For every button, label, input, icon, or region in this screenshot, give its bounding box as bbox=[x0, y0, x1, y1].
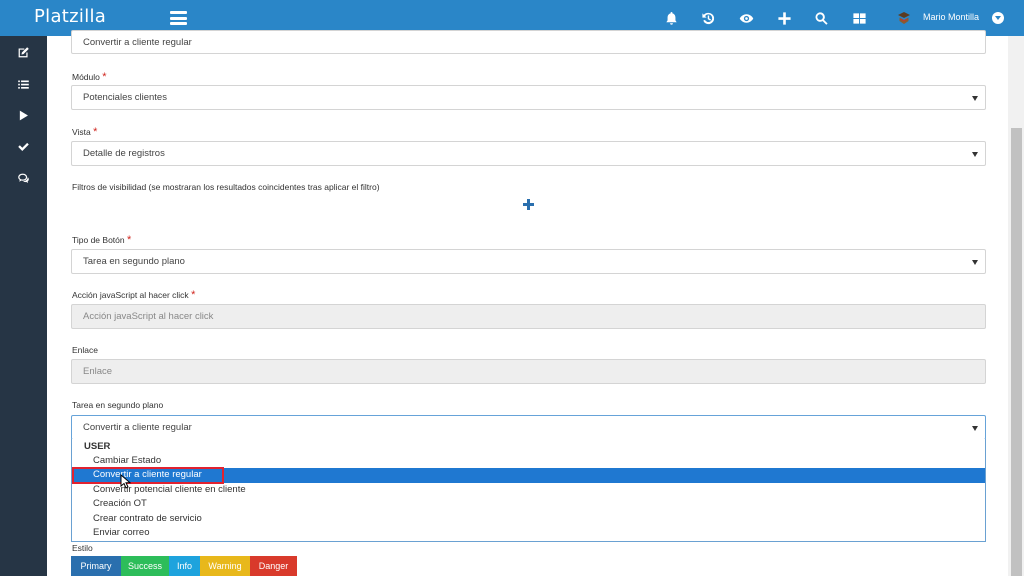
bell-icon[interactable] bbox=[662, 9, 680, 27]
modulo-label: Módulo * bbox=[72, 71, 107, 83]
option-enviar-correo[interactable]: Enviar correo bbox=[72, 526, 985, 541]
history-icon[interactable] bbox=[699, 9, 717, 27]
option-crear-contrato[interactable]: Crear contrato de servicio bbox=[72, 512, 985, 527]
vista-select[interactable]: Detalle de registros bbox=[71, 141, 986, 166]
style-warning-button[interactable]: Warning bbox=[200, 556, 250, 576]
search-icon[interactable] bbox=[812, 9, 830, 27]
accion-js-label: Acción javaScript al hacer click * bbox=[72, 289, 195, 301]
add-filter-icon[interactable] bbox=[523, 199, 534, 210]
eye-icon[interactable] bbox=[737, 9, 755, 27]
enlace-input[interactable]: Enlace bbox=[71, 359, 986, 384]
avatar[interactable] bbox=[896, 10, 912, 26]
accion-label-text: Acción javaScript al hacer click bbox=[72, 290, 189, 300]
plus-icon[interactable] bbox=[775, 9, 793, 27]
highlight-annotation bbox=[72, 467, 224, 484]
style-success-button[interactable]: Success bbox=[121, 556, 169, 576]
tarea-value: Convertir a cliente regular bbox=[83, 422, 192, 433]
button-name-value: Convertir a cliente regular bbox=[83, 37, 192, 48]
check-icon[interactable] bbox=[14, 137, 32, 155]
chat-icon[interactable] bbox=[14, 169, 32, 187]
list-icon[interactable] bbox=[14, 75, 32, 93]
tarea-dropdown-list: USER Cambiar Estado Convertir a cliente … bbox=[71, 439, 986, 542]
option-group-user: USER bbox=[84, 441, 111, 452]
user-name[interactable]: Mario Montilla bbox=[923, 12, 979, 22]
required-marker: * bbox=[127, 234, 132, 246]
caret-down-icon bbox=[972, 260, 978, 265]
tipo-boton-label: Tipo de Botón * bbox=[72, 234, 131, 246]
mouse-cursor-icon bbox=[120, 474, 132, 489]
chevron-down-icon[interactable] bbox=[992, 12, 1004, 24]
tarea-label: Tarea en segundo plano bbox=[72, 400, 164, 410]
menu-toggle-icon[interactable] bbox=[170, 11, 187, 25]
edit-icon[interactable] bbox=[14, 43, 32, 61]
tipo-label-text: Tipo de Botón bbox=[72, 235, 125, 245]
option-creacion-ot[interactable]: Creación OT bbox=[72, 497, 985, 512]
modulo-value: Potenciales clientes bbox=[83, 92, 167, 103]
caret-down-icon bbox=[972, 96, 978, 101]
brand-logo[interactable]: Platzilla bbox=[34, 6, 106, 27]
tipo-boton-select[interactable]: Tarea en segundo plano bbox=[71, 249, 986, 274]
caret-down-icon bbox=[972, 426, 978, 431]
required-marker: * bbox=[102, 71, 107, 83]
modulo-label-text: Módulo bbox=[72, 72, 100, 82]
scrollbar-thumb[interactable] bbox=[1011, 128, 1022, 576]
required-marker: * bbox=[93, 126, 98, 138]
required-marker: * bbox=[191, 289, 196, 301]
button-name-input[interactable]: Convertir a cliente regular bbox=[71, 30, 986, 54]
tarea-select[interactable]: Convertir a cliente regular bbox=[71, 415, 986, 440]
style-danger-button[interactable]: Danger bbox=[250, 556, 297, 576]
caret-down-icon bbox=[972, 152, 978, 157]
option-convertir-potencial[interactable]: Convertir potencial cliente en cliente bbox=[72, 483, 985, 498]
filtros-label: Filtros de visibilidad (se mostraran los… bbox=[72, 182, 380, 192]
tipo-boton-value: Tarea en segundo plano bbox=[83, 256, 185, 267]
vista-label: Vista * bbox=[72, 126, 97, 138]
style-primary-button[interactable]: Primary bbox=[71, 556, 121, 576]
style-info-button[interactable]: Info bbox=[169, 556, 200, 576]
grid-icon[interactable] bbox=[850, 9, 868, 27]
modulo-select[interactable]: Potenciales clientes bbox=[71, 85, 986, 110]
estilo-label: Estilo bbox=[72, 543, 93, 553]
enlace-label: Enlace bbox=[72, 345, 98, 355]
accion-js-input[interactable]: Acción javaScript al hacer click bbox=[71, 304, 986, 329]
vista-label-text: Vista bbox=[72, 127, 91, 137]
vista-value: Detalle de registros bbox=[83, 148, 165, 159]
play-icon[interactable] bbox=[14, 106, 32, 124]
